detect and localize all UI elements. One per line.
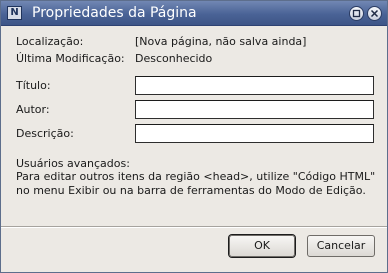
location-value: [Nova página, não salva ainda] (135, 35, 307, 48)
author-field[interactable] (135, 100, 374, 119)
advanced-users-heading: Usuários avançados: (16, 157, 130, 170)
cancel-button[interactable]: Cancelar (307, 235, 375, 257)
page-properties-dialog: N Propriedades da Página Localização: [N… (0, 0, 388, 273)
button-separator (1, 226, 387, 228)
location-label: Localização: (16, 35, 84, 48)
maximize-icon (352, 9, 361, 18)
title-field-label: Título: (16, 79, 51, 92)
title-field[interactable] (135, 76, 374, 95)
maximize-button[interactable] (349, 6, 364, 21)
last-modified-label: Última Modificação: (16, 52, 125, 65)
ok-button[interactable]: OK (229, 235, 295, 257)
author-field-label: Autor: (16, 103, 50, 116)
description-field[interactable] (135, 124, 374, 143)
description-field-label: Descrição: (16, 127, 74, 140)
title-bar[interactable]: N Propriedades da Página (1, 1, 387, 26)
app-icon[interactable]: N (7, 6, 22, 20)
last-modified-value: Desconhecido (135, 52, 213, 65)
advanced-users-text: Para editar outros itens da região <head… (16, 170, 376, 197)
close-icon (370, 9, 379, 18)
window-title: Propriedades da Página (32, 5, 197, 21)
close-button[interactable] (367, 6, 382, 21)
